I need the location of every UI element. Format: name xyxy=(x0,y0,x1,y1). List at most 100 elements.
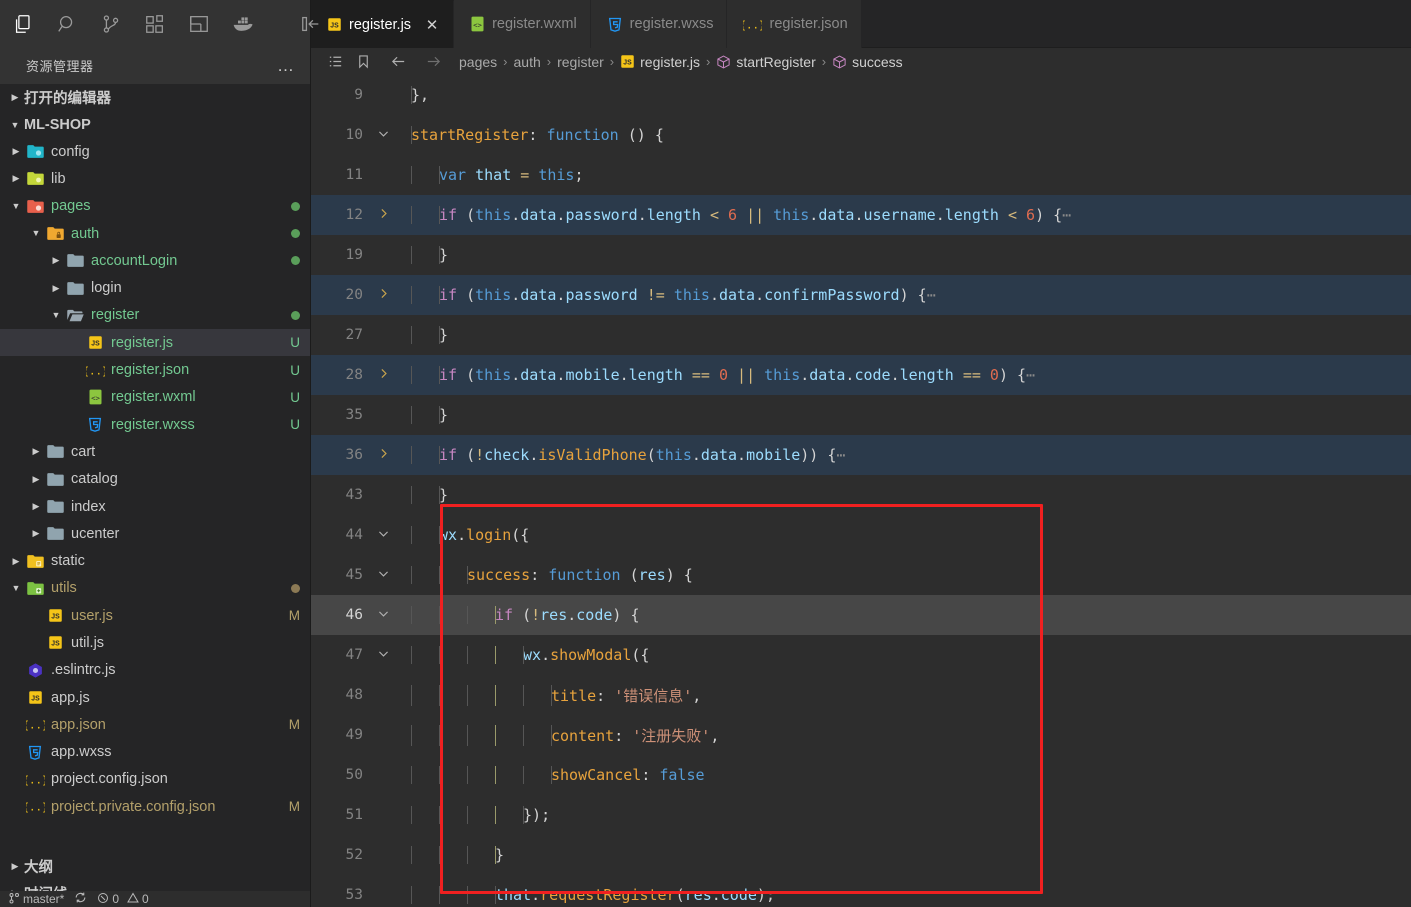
tree-item-util-js[interactable]: JS util.js xyxy=(0,629,310,656)
explorer-more-actions[interactable]: … xyxy=(277,57,296,74)
outline-section[interactable]: ▶ 大纲 xyxy=(0,853,310,880)
code-line[interactable]: 52} xyxy=(311,835,1411,875)
docker-icon[interactable] xyxy=(232,11,256,37)
status-problems[interactable]: 0 0 xyxy=(97,892,149,907)
breadcrumb-label: startRegister xyxy=(736,53,816,70)
code-line[interactable]: 20 if (this.data.password != this.data.co… xyxy=(311,275,1411,315)
bookmark-icon[interactable] xyxy=(356,53,371,70)
breadcrumb-item-register-js[interactable]: JS register.js xyxy=(620,54,700,70)
search-icon[interactable] xyxy=(56,11,78,37)
tree-item-app-wxss[interactable]: app.wxss xyxy=(0,739,310,766)
editor-tab-register-js[interactable]: JS register.js ✕ xyxy=(311,0,455,48)
tree-item--eslintrc-js[interactable]: .eslintrc.js xyxy=(0,657,310,684)
line-number: 12 xyxy=(345,207,363,223)
svg-text:JS: JS xyxy=(91,341,100,348)
file-tree[interactable]: ▶ config ▶ lib ▼ pages ▼ auth ▶ accountLogin ▶ logi… xyxy=(0,138,310,853)
code-line[interactable]: 43} xyxy=(311,475,1411,515)
code-line[interactable]: 28 if (this.data.mobile.length == 0 || th… xyxy=(311,355,1411,395)
arrow-left-icon[interactable] xyxy=(389,53,408,70)
code-line[interactable]: 19} xyxy=(311,235,1411,275)
fold-chevron-down-icon[interactable] xyxy=(371,127,395,143)
tree-item-auth[interactable]: ▼ auth xyxy=(0,220,310,247)
tree-item-project-private-config-json[interactable]: {..} project.private.config.json M xyxy=(0,793,310,820)
code-line[interactable]: 10 startRegister: function () { xyxy=(311,115,1411,155)
tree-item-lib[interactable]: ▶ lib xyxy=(0,165,310,192)
fold-chevron-right-icon[interactable] xyxy=(371,367,395,383)
fold-chevron-down-icon[interactable] xyxy=(371,647,395,663)
fold-chevron-down-icon[interactable] xyxy=(371,607,395,623)
code-line[interactable]: 35} xyxy=(311,395,1411,435)
fold-chevron-right-icon[interactable] xyxy=(371,287,395,303)
tree-item-label: register.wxml xyxy=(111,389,196,406)
folder-icon xyxy=(64,253,86,268)
tree-item-project-config-json[interactable]: {..} project.config.json xyxy=(0,766,310,793)
svg-text:JS: JS xyxy=(51,614,60,621)
close-icon[interactable]: ✕ xyxy=(424,16,440,34)
editor-tab-register-wxml[interactable]: <> register.wxml xyxy=(454,0,591,48)
breadcrumb-item-success[interactable]: success xyxy=(832,54,903,70)
open-editors-section[interactable]: ▶ 打开的编辑器 xyxy=(0,84,310,111)
tree-item-utils[interactable]: ▼ utils xyxy=(0,575,310,602)
editor-tab-bar[interactable]: JS register.js ✕ <> register.wxml register.wx… xyxy=(311,0,1411,48)
code-line[interactable]: 47 wx.showModal({ xyxy=(311,635,1411,675)
tree-item-app-json[interactable]: {..} app.json M xyxy=(0,711,310,738)
code-line[interactable]: 9}, xyxy=(311,75,1411,115)
code-line[interactable]: 53 that.requestRegister(res.code); xyxy=(311,875,1411,907)
code-line[interactable]: 49 content: '注册失败', xyxy=(311,715,1411,755)
tree-item-accountlogin[interactable]: ▶ accountLogin xyxy=(0,247,310,274)
folder-open-icon xyxy=(64,308,86,323)
fold-chevron-right-icon[interactable] xyxy=(371,447,395,463)
tree-item-label: util.js xyxy=(71,634,105,651)
tree-item-register[interactable]: ▼ register xyxy=(0,302,310,329)
project-root-section[interactable]: ▼ ML-SHOP xyxy=(0,111,310,138)
tree-item-pages[interactable]: ▼ pages xyxy=(0,193,310,220)
tree-item-catalog[interactable]: ▶ catalog xyxy=(0,466,310,493)
tree-item-config[interactable]: ▶ config xyxy=(0,138,310,165)
editor-tab-register-wxss[interactable]: register.wxss xyxy=(590,0,728,48)
tree-item-register-wxml[interactable]: <> register.wxml U xyxy=(0,384,310,411)
code-line[interactable]: 45 success: function (res) { xyxy=(311,555,1411,595)
code-line[interactable]: 48 title: '错误信息', xyxy=(311,675,1411,715)
layout-icon[interactable] xyxy=(188,11,210,37)
status-sync[interactable] xyxy=(74,891,87,907)
tree-item-user-js[interactable]: JS user.js M xyxy=(0,602,310,629)
outline-list-icon[interactable] xyxy=(327,53,344,70)
tree-item-static[interactable]: ▶ static xyxy=(0,547,310,574)
svg-text:JS: JS xyxy=(623,60,632,67)
code-line[interactable]: 11 var that = this; xyxy=(311,155,1411,195)
editor-tab-register-json[interactable]: {..} register.json xyxy=(727,0,862,48)
tree-item-register-js[interactable]: JS register.js U xyxy=(0,329,310,357)
tree-item-register-json[interactable]: {..} register.json U xyxy=(0,356,310,383)
breadcrumb-item-startregister[interactable]: startRegister xyxy=(716,53,816,70)
fold-chevron-right-icon[interactable] xyxy=(371,207,395,223)
tree-item-register-wxss[interactable]: register.wxss U xyxy=(0,411,310,438)
code-line[interactable]: 36 if (!check.isValidPhone(this.data.mobi… xyxy=(311,435,1411,475)
breadcrumb-item-auth[interactable]: auth xyxy=(514,54,541,70)
fold-chevron-down-icon[interactable] xyxy=(371,567,395,583)
tree-item-login[interactable]: ▶ login xyxy=(0,274,310,301)
tree-item-app-js[interactable]: JS app.js xyxy=(0,684,310,711)
code-line[interactable]: 50 showCancel: false xyxy=(311,755,1411,795)
code-editor[interactable]: 9}, 10 startRegister: function () {11 var t… xyxy=(311,75,1411,907)
wxml-icon: <> xyxy=(84,389,106,405)
breadcrumb[interactable]: pages › auth › register › JS register.js › startR… xyxy=(311,48,1411,75)
source-control-icon[interactable] xyxy=(100,11,122,37)
arrow-right-icon[interactable] xyxy=(424,53,443,70)
fold-chevron-down-icon[interactable] xyxy=(371,527,395,543)
status-branch[interactable]: master* xyxy=(8,892,64,907)
code-line[interactable]: 27} xyxy=(311,315,1411,355)
explorer-icon[interactable] xyxy=(12,11,34,37)
tree-item-index[interactable]: ▶ index xyxy=(0,493,310,520)
tree-item-ucenter[interactable]: ▶ ucenter xyxy=(0,520,310,547)
code-line[interactable]: 12 if (this.data.password.length < 6 || t… xyxy=(311,195,1411,235)
tree-item-cart[interactable]: ▶ cart xyxy=(0,438,310,465)
code-text: var that = this; xyxy=(395,166,1411,184)
code-line[interactable]: 51}); xyxy=(311,795,1411,835)
extensions-icon[interactable] xyxy=(144,11,166,37)
breadcrumb-item-pages[interactable]: pages xyxy=(459,54,497,70)
collapse-sidebar-icon[interactable] xyxy=(300,11,322,37)
line-number: 27 xyxy=(345,327,363,343)
code-line[interactable]: 46 if (!res.code) { xyxy=(311,595,1411,635)
breadcrumb-item-register[interactable]: register xyxy=(557,54,604,70)
code-line[interactable]: 44 wx.login({ xyxy=(311,515,1411,555)
